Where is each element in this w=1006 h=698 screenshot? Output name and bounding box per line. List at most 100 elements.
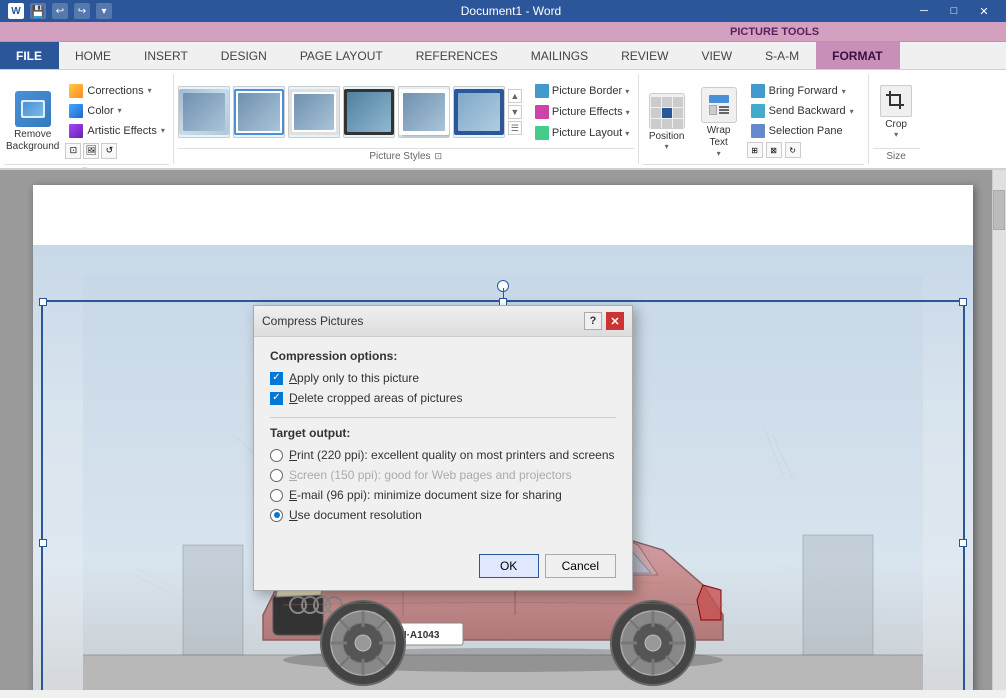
artistic-effects-label: Artistic Effects <box>87 125 156 137</box>
style-scroll-down[interactable]: ▼ <box>508 105 522 119</box>
customize-icon[interactable]: ▾ <box>96 3 112 19</box>
radio-print-label: Print (220 ppi): excellent quality on mo… <box>289 448 615 462</box>
color-button[interactable]: Color ▾ <box>65 102 169 120</box>
style-6[interactable] <box>453 86 505 138</box>
tab-insert[interactable]: INSERT <box>128 42 205 69</box>
apply-only-checkbox[interactable] <box>270 372 283 385</box>
tab-format[interactable]: FORMAT <box>816 42 899 69</box>
dialog-close-button[interactable]: ✕ <box>606 312 624 330</box>
selection-pane-label: Selection Pane <box>769 125 843 137</box>
tab-bar: FILE HOME INSERT DESIGN PAGE LAYOUT REFE… <box>0 42 1006 70</box>
bring-forward-button[interactable]: Bring Forward ▾ <box>747 82 864 100</box>
tab-design[interactable]: DESIGN <box>205 42 284 69</box>
cancel-button[interactable]: Cancel <box>545 554 616 578</box>
style-5[interactable] <box>398 86 450 138</box>
remove-background-button[interactable]: RemoveBackground <box>4 76 61 164</box>
selection-pane-button[interactable]: Selection Pane <box>747 122 864 140</box>
tab-view[interactable]: VIEW <box>685 42 749 69</box>
bring-forward-icon <box>751 84 765 98</box>
position-button[interactable]: Position ▾ <box>643 76 691 164</box>
delete-cropped-label: Delete cropped areas of pictures <box>289 391 462 405</box>
wrap-text-icon <box>701 87 737 123</box>
style-4[interactable] <box>343 86 395 138</box>
dialog-footer: OK Cancel <box>254 546 632 590</box>
radio-print-row[interactable]: Print (220 ppi): excellent quality on mo… <box>270 448 616 462</box>
title-bar: W 💾 ↩ ↪ ▾ Document1 - Word ─ □ ✕ <box>0 0 1006 22</box>
handle-middle-right[interactable] <box>959 539 967 547</box>
position-arrow: ▾ <box>665 142 669 151</box>
adjust-group: RemoveBackground Corrections ▾ Color ▾ A… <box>0 74 174 164</box>
picture-layout-button[interactable]: Picture Layout ▾ <box>531 124 634 142</box>
crop-button[interactable]: Crop ▾ <box>876 81 916 143</box>
handle-top-left[interactable] <box>39 298 47 306</box>
word-icon: W <box>8 3 24 19</box>
save-icon[interactable]: 💾 <box>30 3 46 19</box>
crop-label: Crop <box>885 119 907 130</box>
radio-screen[interactable] <box>270 469 283 482</box>
dialog-help-button[interactable]: ? <box>584 312 602 330</box>
ok-button[interactable]: OK <box>479 554 539 578</box>
picture-tools-bar: PICTURE TOOLS <box>0 22 1006 42</box>
tab-mailings[interactable]: MAILINGS <box>515 42 605 69</box>
corrections-arrow: ▾ <box>148 86 152 95</box>
adjust-icon-buttons: ⊡ 🖼 ↺ <box>65 143 169 159</box>
radio-document-row[interactable]: Use document resolution <box>270 508 616 522</box>
radio-email[interactable] <box>270 489 283 502</box>
picture-effects-icon <box>535 105 549 119</box>
tab-file[interactable]: FILE <box>0 42 59 69</box>
scrollbar-thumb[interactable] <box>993 190 1005 230</box>
radio-document[interactable] <box>270 509 283 522</box>
send-backward-icon <box>751 104 765 118</box>
group-button[interactable]: ⊠ <box>766 142 782 158</box>
radio-print[interactable] <box>270 449 283 462</box>
artistic-effects-icon <box>69 124 83 138</box>
picture-styles-group: ▲ ▼ ☰ Picture Border ▾ Picture Effects ▾… <box>174 74 639 164</box>
style-scroll-up[interactable]: ▲ <box>508 89 522 103</box>
dialog-body: Compression options: Apply only to this … <box>254 337 632 546</box>
handle-middle-left[interactable] <box>39 539 47 547</box>
window-controls: ─ □ ✕ <box>910 3 998 19</box>
picture-styles-dialog-launcher[interactable]: ⊡ <box>435 151 443 162</box>
redo-icon[interactable]: ↪ <box>74 3 90 19</box>
rotate-button[interactable]: ↻ <box>785 142 801 158</box>
handle-top-right[interactable] <box>959 298 967 306</box>
change-picture-button[interactable]: 🖼 <box>83 143 99 159</box>
radio-screen-row[interactable]: Screen (150 ppi): good for Web pages and… <box>270 468 616 482</box>
picture-layout-arrow: ▾ <box>625 129 629 138</box>
wrap-text-arrow: ▾ <box>717 149 721 158</box>
tab-references[interactable]: REFERENCES <box>400 42 515 69</box>
compress-pictures-button[interactable]: ⊡ <box>65 143 81 159</box>
right-scrollbar[interactable] <box>992 170 1006 690</box>
style-more[interactable]: ☰ <box>508 121 522 135</box>
corrections-button[interactable]: Corrections ▾ <box>65 82 169 100</box>
style-right-buttons: Picture Border ▾ Picture Effects ▾ Pictu… <box>525 82 634 142</box>
picture-border-button[interactable]: Picture Border ▾ <box>531 82 634 100</box>
wrap-text-button[interactable]: WrapText ▾ <box>695 76 743 164</box>
wrap-text-label: WrapText <box>707 125 731 149</box>
radio-email-row[interactable]: E-mail (96 ppi): minimize document size … <box>270 488 616 502</box>
corrections-icon <box>69 84 83 98</box>
tab-review[interactable]: REVIEW <box>605 42 685 69</box>
align-button[interactable]: ⊞ <box>747 142 763 158</box>
delete-cropped-checkbox-row[interactable]: Delete cropped areas of pictures <box>270 391 616 405</box>
close-button[interactable]: ✕ <box>970 3 998 19</box>
artistic-effects-button[interactable]: Artistic Effects ▾ <box>65 122 169 140</box>
undo-icon[interactable]: ↩ <box>52 3 68 19</box>
send-backward-button[interactable]: Send Backward ▾ <box>747 102 864 120</box>
minimize-button[interactable]: ─ <box>910 3 938 19</box>
tab-sam[interactable]: S-A-M <box>749 42 816 69</box>
compress-pictures-dialog: Compress Pictures ? ✕ Compression option… <box>253 305 633 591</box>
tab-home[interactable]: HOME <box>59 42 128 69</box>
picture-effects-button[interactable]: Picture Effects ▾ <box>531 103 634 121</box>
tab-page-layout[interactable]: PAGE LAYOUT <box>284 42 400 69</box>
style-2[interactable] <box>233 86 285 138</box>
style-3[interactable] <box>288 86 340 138</box>
delete-cropped-checkbox[interactable] <box>270 392 283 405</box>
maximize-button[interactable]: □ <box>940 3 968 19</box>
style-1[interactable] <box>178 86 230 138</box>
reset-picture-button[interactable]: ↺ <box>101 143 117 159</box>
radio-screen-label: Screen (150 ppi): good for Web pages and… <box>289 468 572 482</box>
document-area: IN·A1043 <box>0 170 1006 690</box>
apply-only-checkbox-row[interactable]: Apply only to this picture <box>270 371 616 385</box>
color-icon <box>69 104 83 118</box>
